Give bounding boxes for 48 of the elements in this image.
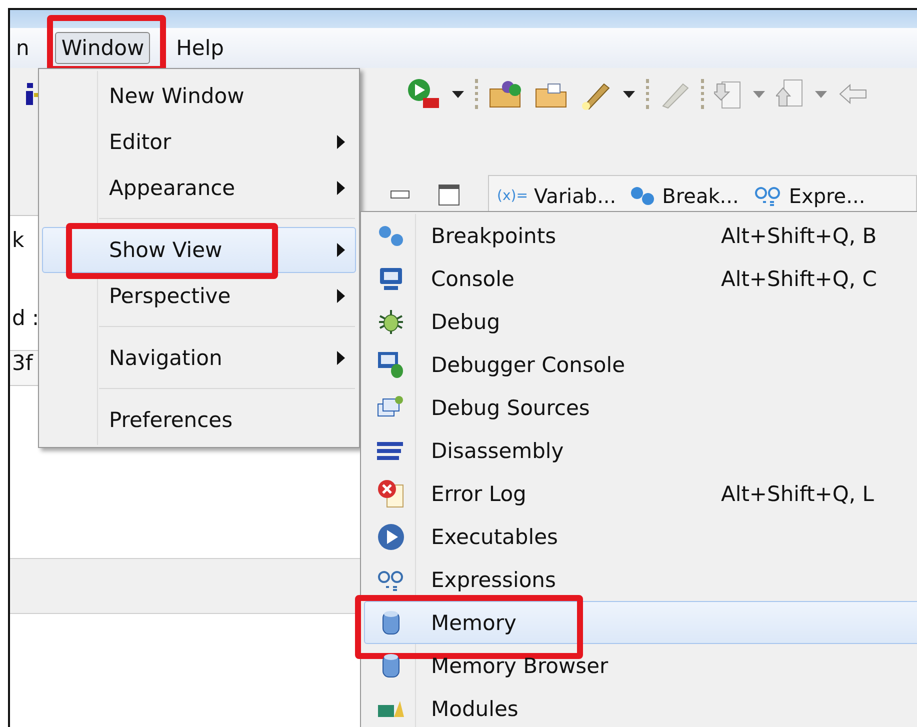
minimize-icon[interactable] [390,190,410,200]
shortcut-text: Alt+Shift+Q, C [721,266,877,290]
menu-item[interactable]: Disassembly [364,429,917,472]
menu-item[interactable]: Expressions [364,558,917,601]
two-dots-icon [377,224,405,248]
blocks-icon [376,698,406,718]
menu-item[interactable]: Window [55,32,150,64]
shortcut-text: Alt+Shift+Q, L [721,482,874,506]
menu-item[interactable]: Appearance [42,165,356,211]
view-tab[interactable]: (x)= Variab... [497,184,616,208]
two-dots-icon [630,186,656,206]
monitor-icon [378,266,404,292]
cylinder-icon [381,608,401,636]
menu-item[interactable]: Debug [364,300,917,343]
menu-item[interactable]: Console Alt+Shift+Q, C [364,257,917,300]
caret-icon[interactable] [622,89,636,99]
view-tab[interactable]: Break... [630,184,739,208]
menu-item[interactable]: Memory Browser [364,644,917,687]
menu-item[interactable]: Preferences [42,397,356,443]
menu-item[interactable]: Navigation [42,335,356,381]
monitor-bug-icon [377,350,405,378]
folder-icon[interactable] [488,79,524,109]
menu-item[interactable]: Error Log Alt+Shift+Q, L [364,472,917,515]
menu-item[interactable]: Editor [42,119,356,165]
error-icon [377,478,405,508]
menu-item[interactable]: Executables [364,515,917,558]
cylinder-icon [381,652,401,680]
menu-item[interactable]: Debugger Console [364,343,917,386]
lines-icon [376,440,406,462]
run-icon[interactable] [407,78,441,110]
maximize-icon[interactable] [438,184,460,206]
play-icon [377,522,405,550]
menu-item[interactable]: Modules [364,687,917,727]
editor-text: d : [11,306,40,332]
menu-item[interactable]: Breakpoints Alt+Shift+Q, B [364,214,917,257]
menu-item[interactable]: Show View [42,227,356,273]
menu-item[interactable]: Debug Sources [364,386,917,429]
variable-icon: (x)= [497,188,528,204]
menu-item[interactable]: New Window [42,73,356,119]
editor-text: k [11,228,24,254]
menu-item[interactable]: n [10,32,36,64]
bug-icon [377,308,405,336]
view-tab[interactable]: Expre... [752,184,866,208]
caret-icon[interactable] [451,89,465,99]
menu-item[interactable]: Memory [364,601,917,644]
shortcut-text: Alt+Shift+Q, B [721,224,877,248]
menu-item[interactable]: Help [170,32,230,64]
menu-item[interactable]: Perspective [42,273,356,319]
